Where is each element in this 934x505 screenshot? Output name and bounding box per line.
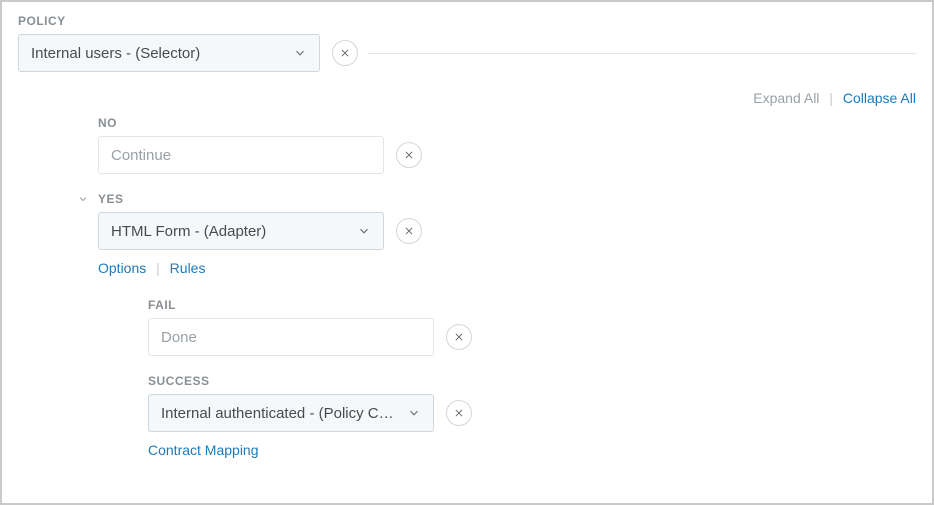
options-link[interactable]: Options: [98, 260, 146, 276]
branch-success-links: Contract Mapping: [148, 442, 916, 458]
chevron-down-icon: [407, 406, 421, 420]
branch-no-label: NO: [98, 116, 916, 130]
policy-panel: POLICY Internal users - (Selector) Expan…: [0, 0, 934, 505]
branch-fail-label: FAIL: [148, 298, 916, 312]
policy-heading: POLICY: [18, 14, 916, 28]
branch-yes-select[interactable]: HTML Form - (Adapter): [98, 212, 384, 250]
expand-collapse-row: Expand All | Collapse All: [18, 90, 916, 106]
separator: |: [156, 260, 160, 276]
branch-no: NO Continue: [98, 116, 916, 174]
policy-root-select[interactable]: Internal users - (Selector): [18, 34, 320, 72]
branch-success-select[interactable]: Internal authenticated - (Policy Contrac…: [148, 394, 434, 432]
chevron-down-icon: [357, 224, 371, 238]
chevron-down-icon[interactable]: [76, 192, 90, 206]
branch-success-label: SUCCESS: [148, 374, 916, 388]
branch-yes-header: YES: [76, 192, 916, 206]
contract-mapping-link[interactable]: Contract Mapping: [148, 442, 259, 458]
remove-branch-yes-button[interactable]: [396, 218, 422, 244]
divider: [368, 53, 916, 54]
expand-all-link[interactable]: Expand All: [753, 90, 819, 106]
branch-yes-links: Options | Rules: [98, 260, 916, 276]
branch-fail: FAIL Done: [148, 298, 916, 356]
branch-success-select-label: Internal authenticated - (Policy Contrac…: [161, 405, 399, 422]
remove-root-button[interactable]: [332, 40, 358, 66]
policy-root-row: Internal users - (Selector): [18, 34, 916, 72]
policy-root-select-label: Internal users - (Selector): [31, 45, 200, 62]
branch-fail-value[interactable]: Done: [148, 318, 434, 356]
rules-link[interactable]: Rules: [170, 260, 206, 276]
branch-success: SUCCESS Internal authenticated - (Policy…: [148, 374, 916, 458]
collapse-all-link[interactable]: Collapse All: [843, 90, 916, 106]
remove-branch-no-button[interactable]: [396, 142, 422, 168]
remove-branch-fail-button[interactable]: [446, 324, 472, 350]
branch-yes-label: YES: [98, 192, 124, 206]
remove-branch-success-button[interactable]: [446, 400, 472, 426]
separator: |: [829, 90, 833, 106]
chevron-down-icon: [293, 46, 307, 60]
branch-no-value[interactable]: Continue: [98, 136, 384, 174]
branch-yes-select-label: HTML Form - (Adapter): [111, 223, 266, 240]
